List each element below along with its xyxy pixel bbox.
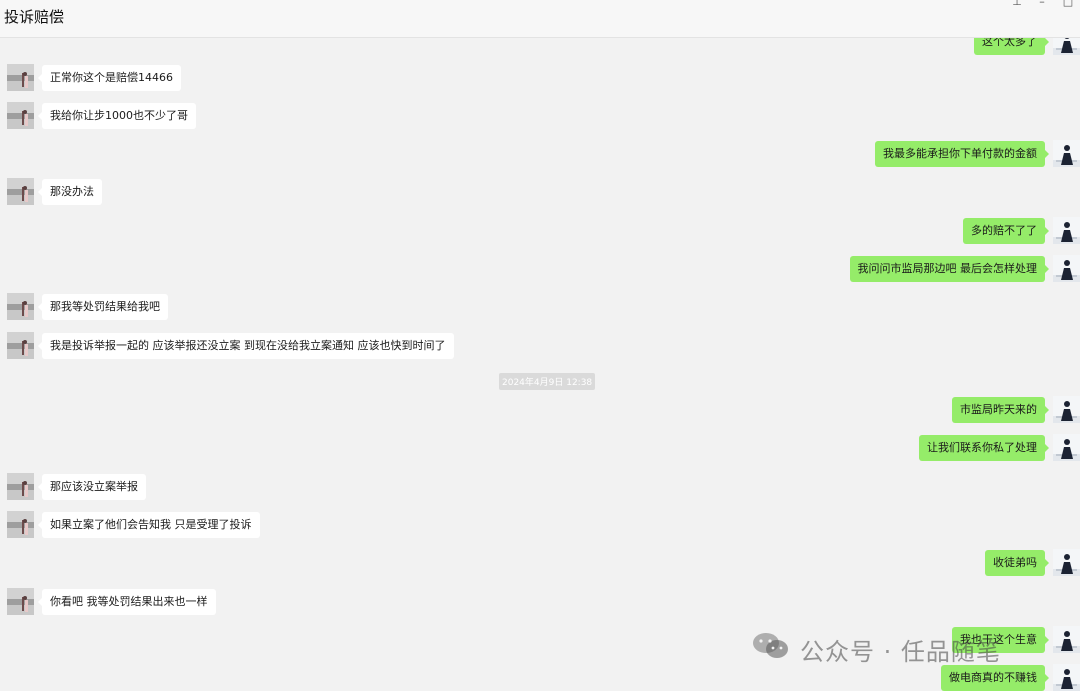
message-row: 让我们联系你私了处理	[919, 434, 1080, 461]
sent-bubble[interactable]: 多的赔不了了	[963, 217, 1049, 244]
message-row: 那没办法	[7, 178, 102, 205]
contact-avatar[interactable]	[7, 473, 34, 500]
received-bubble[interactable]: 我是投诉举报一起的 应该举报还没立案 到现在没给我立案通知 应该也快到时间了	[38, 332, 454, 359]
sent-bubble[interactable]: 这个太多了	[974, 38, 1049, 55]
contact-avatar[interactable]	[7, 332, 34, 359]
sent-bubble[interactable]: 让我们联系你私了处理	[919, 434, 1049, 461]
message-row: 市监局昨天来的	[952, 396, 1080, 423]
received-bubble[interactable]: 如果立案了他们会告知我 只是受理了投诉	[38, 511, 260, 538]
message-row: 我给你让步1000也不少了哥	[7, 102, 196, 129]
my-avatar[interactable]	[1053, 217, 1080, 244]
chat-title: 投诉赔偿	[4, 8, 65, 26]
received-bubble[interactable]: 你看吧 我等处罚结果出来也一样	[38, 588, 216, 615]
sent-bubble[interactable]: 市监局昨天来的	[952, 396, 1049, 423]
message-row: 这个太多了	[974, 38, 1080, 55]
message-row: 那应该没立案举报	[7, 473, 146, 500]
received-bubble[interactable]: 我给你让步1000也不少了哥	[38, 102, 196, 129]
sent-bubble[interactable]: 我也干这个生意	[952, 626, 1049, 653]
maximize-button[interactable]: □	[1061, 0, 1075, 8]
chat-area[interactable]: 这个太多了 正常你这个是赔偿14466 我给你让步1000也不少了哥 我最多能承…	[0, 38, 1080, 691]
timestamp: 2024年4月9日 12:38	[499, 373, 596, 390]
my-avatar[interactable]	[1053, 255, 1080, 282]
title-bar: 投诉赔偿 ⊥ – □	[0, 0, 1080, 38]
contact-avatar[interactable]	[7, 293, 34, 320]
my-avatar[interactable]	[1053, 140, 1080, 167]
minimize-button[interactable]: –	[1035, 0, 1049, 8]
contact-avatar[interactable]	[7, 178, 34, 205]
message-row: 我是投诉举报一起的 应该举报还没立案 到现在没给我立案通知 应该也快到时间了	[7, 332, 454, 359]
my-avatar[interactable]	[1053, 434, 1080, 461]
received-bubble[interactable]: 那我等处罚结果给我吧	[38, 293, 168, 320]
message-row: 你看吧 我等处罚结果出来也一样	[7, 588, 216, 615]
message-row: 正常你这个是赔偿14466	[7, 64, 181, 91]
contact-avatar[interactable]	[7, 64, 34, 91]
message-row: 收徒弟吗	[985, 549, 1080, 576]
message-row: 我问问市监局那边吧 最后会怎样处理	[849, 255, 1080, 282]
received-bubble[interactable]: 那没办法	[38, 178, 102, 205]
contact-avatar[interactable]	[7, 102, 34, 129]
my-avatar[interactable]	[1053, 396, 1080, 423]
message-row: 做电商真的不赚钱	[941, 664, 1080, 691]
message-row: 多的赔不了了	[963, 217, 1080, 244]
my-avatar[interactable]	[1053, 38, 1080, 55]
my-avatar[interactable]	[1053, 549, 1080, 576]
message-row: 那我等处罚结果给我吧	[7, 293, 168, 320]
received-bubble[interactable]: 那应该没立案举报	[38, 473, 146, 500]
message-row: 我最多能承担你下单付款的金额	[875, 140, 1080, 167]
message-row: 我也干这个生意	[952, 626, 1080, 653]
my-avatar[interactable]	[1053, 664, 1080, 691]
sent-bubble[interactable]: 我最多能承担你下单付款的金额	[875, 140, 1049, 167]
my-avatar[interactable]	[1053, 626, 1080, 653]
sent-bubble[interactable]: 我问问市监局那边吧 最后会怎样处理	[849, 255, 1049, 282]
sent-bubble[interactable]: 做电商真的不赚钱	[941, 664, 1049, 691]
message-row: 如果立案了他们会告知我 只是受理了投诉	[7, 511, 260, 538]
sent-bubble[interactable]: 收徒弟吗	[985, 549, 1049, 576]
pin-icon[interactable]: ⊥	[1010, 0, 1024, 8]
contact-avatar[interactable]	[7, 588, 34, 615]
received-bubble[interactable]: 正常你这个是赔偿14466	[38, 64, 181, 91]
contact-avatar[interactable]	[7, 511, 34, 538]
